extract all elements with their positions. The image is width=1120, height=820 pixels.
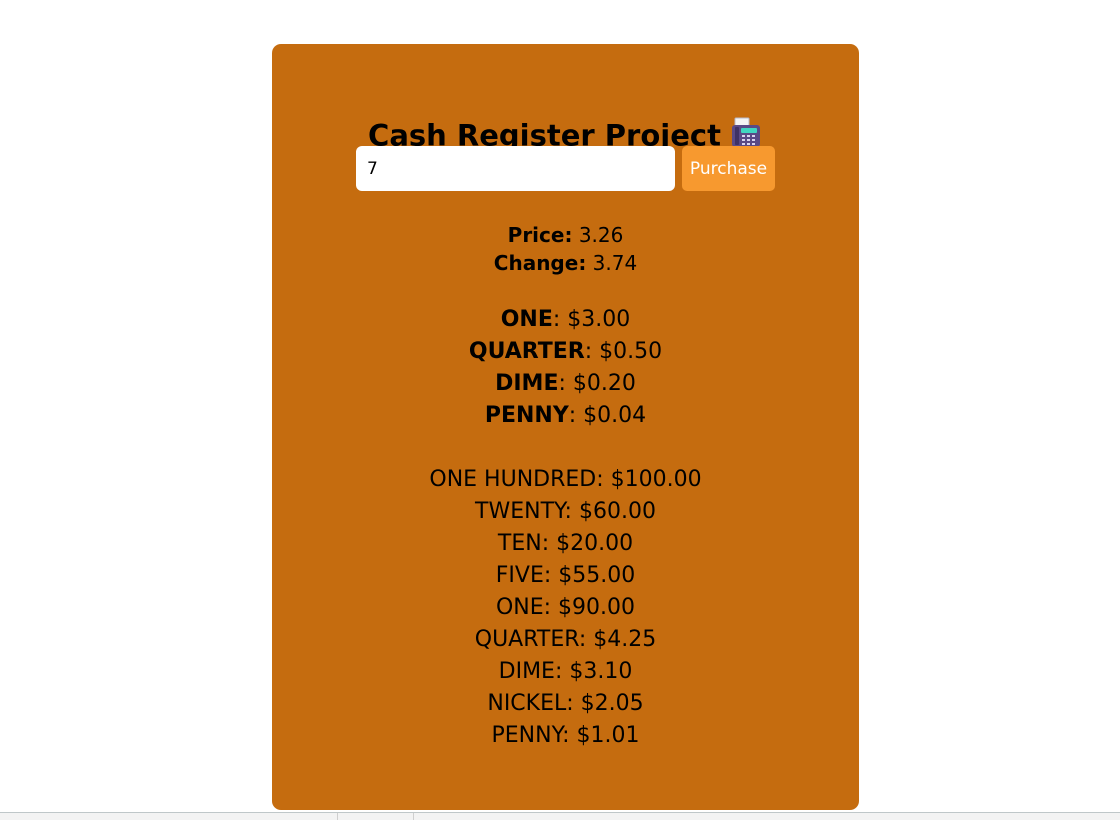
price-value: 3.26	[578, 223, 624, 247]
cash-register-card: Cash Register Project Purchase Price: 3.…	[272, 44, 859, 810]
drawer-item: ONE HUNDRED: $100.00	[429, 467, 702, 492]
drawer-item: PENNY: $1.01	[491, 723, 640, 748]
change-due-item: DIME: $0.20	[272, 368, 859, 400]
change-due-amount: : $0.50	[584, 339, 663, 364]
purchase-button[interactable]: Purchase	[682, 146, 775, 191]
drawer-item: DIME: $3.10	[498, 659, 633, 684]
change-due-denomination: PENNY	[484, 403, 569, 428]
change-due-denomination: QUARTER	[468, 339, 585, 364]
price-summary: Price: 3.26 Change: 3.74	[272, 221, 859, 277]
drawer-item: ONE: $90.00	[495, 595, 636, 620]
cash-input[interactable]	[356, 146, 675, 191]
change-due-amount: : $0.20	[558, 371, 636, 396]
drawer-item: NICKEL: $2.05	[487, 691, 644, 716]
change-due-denomination: DIME	[495, 371, 559, 396]
change-due-list: ONE: $3.00 QUARTER: $0.50 DIME: $0.20 PE…	[272, 304, 859, 432]
change-label: Change:	[493, 251, 587, 275]
change-due-item: QUARTER: $0.50	[272, 336, 859, 368]
drawer-item: TEN: $20.00	[497, 531, 634, 556]
drawer-item: TWENTY: $60.00	[475, 499, 656, 524]
cash-drawer-list: ONE HUNDRED: $100.00 TWENTY: $60.00 TEN:…	[272, 464, 859, 752]
change-due-amount: : $0.04	[568, 403, 647, 428]
drawer-item: FIVE: $55.00	[495, 563, 636, 588]
change-due-item: ONE: $3.00	[272, 304, 859, 336]
change-due-amount: : $3.00	[552, 307, 631, 332]
change-due-denomination: ONE	[500, 307, 553, 332]
price-label: Price:	[507, 223, 573, 247]
change-value: 3.74	[592, 251, 638, 275]
change-due-item: PENNY: $0.04	[272, 400, 859, 432]
change-row: Change: 3.74	[272, 249, 859, 277]
price-row: Price: 3.26	[272, 221, 859, 249]
drawer-item: QUARTER: $4.25	[474, 627, 657, 652]
